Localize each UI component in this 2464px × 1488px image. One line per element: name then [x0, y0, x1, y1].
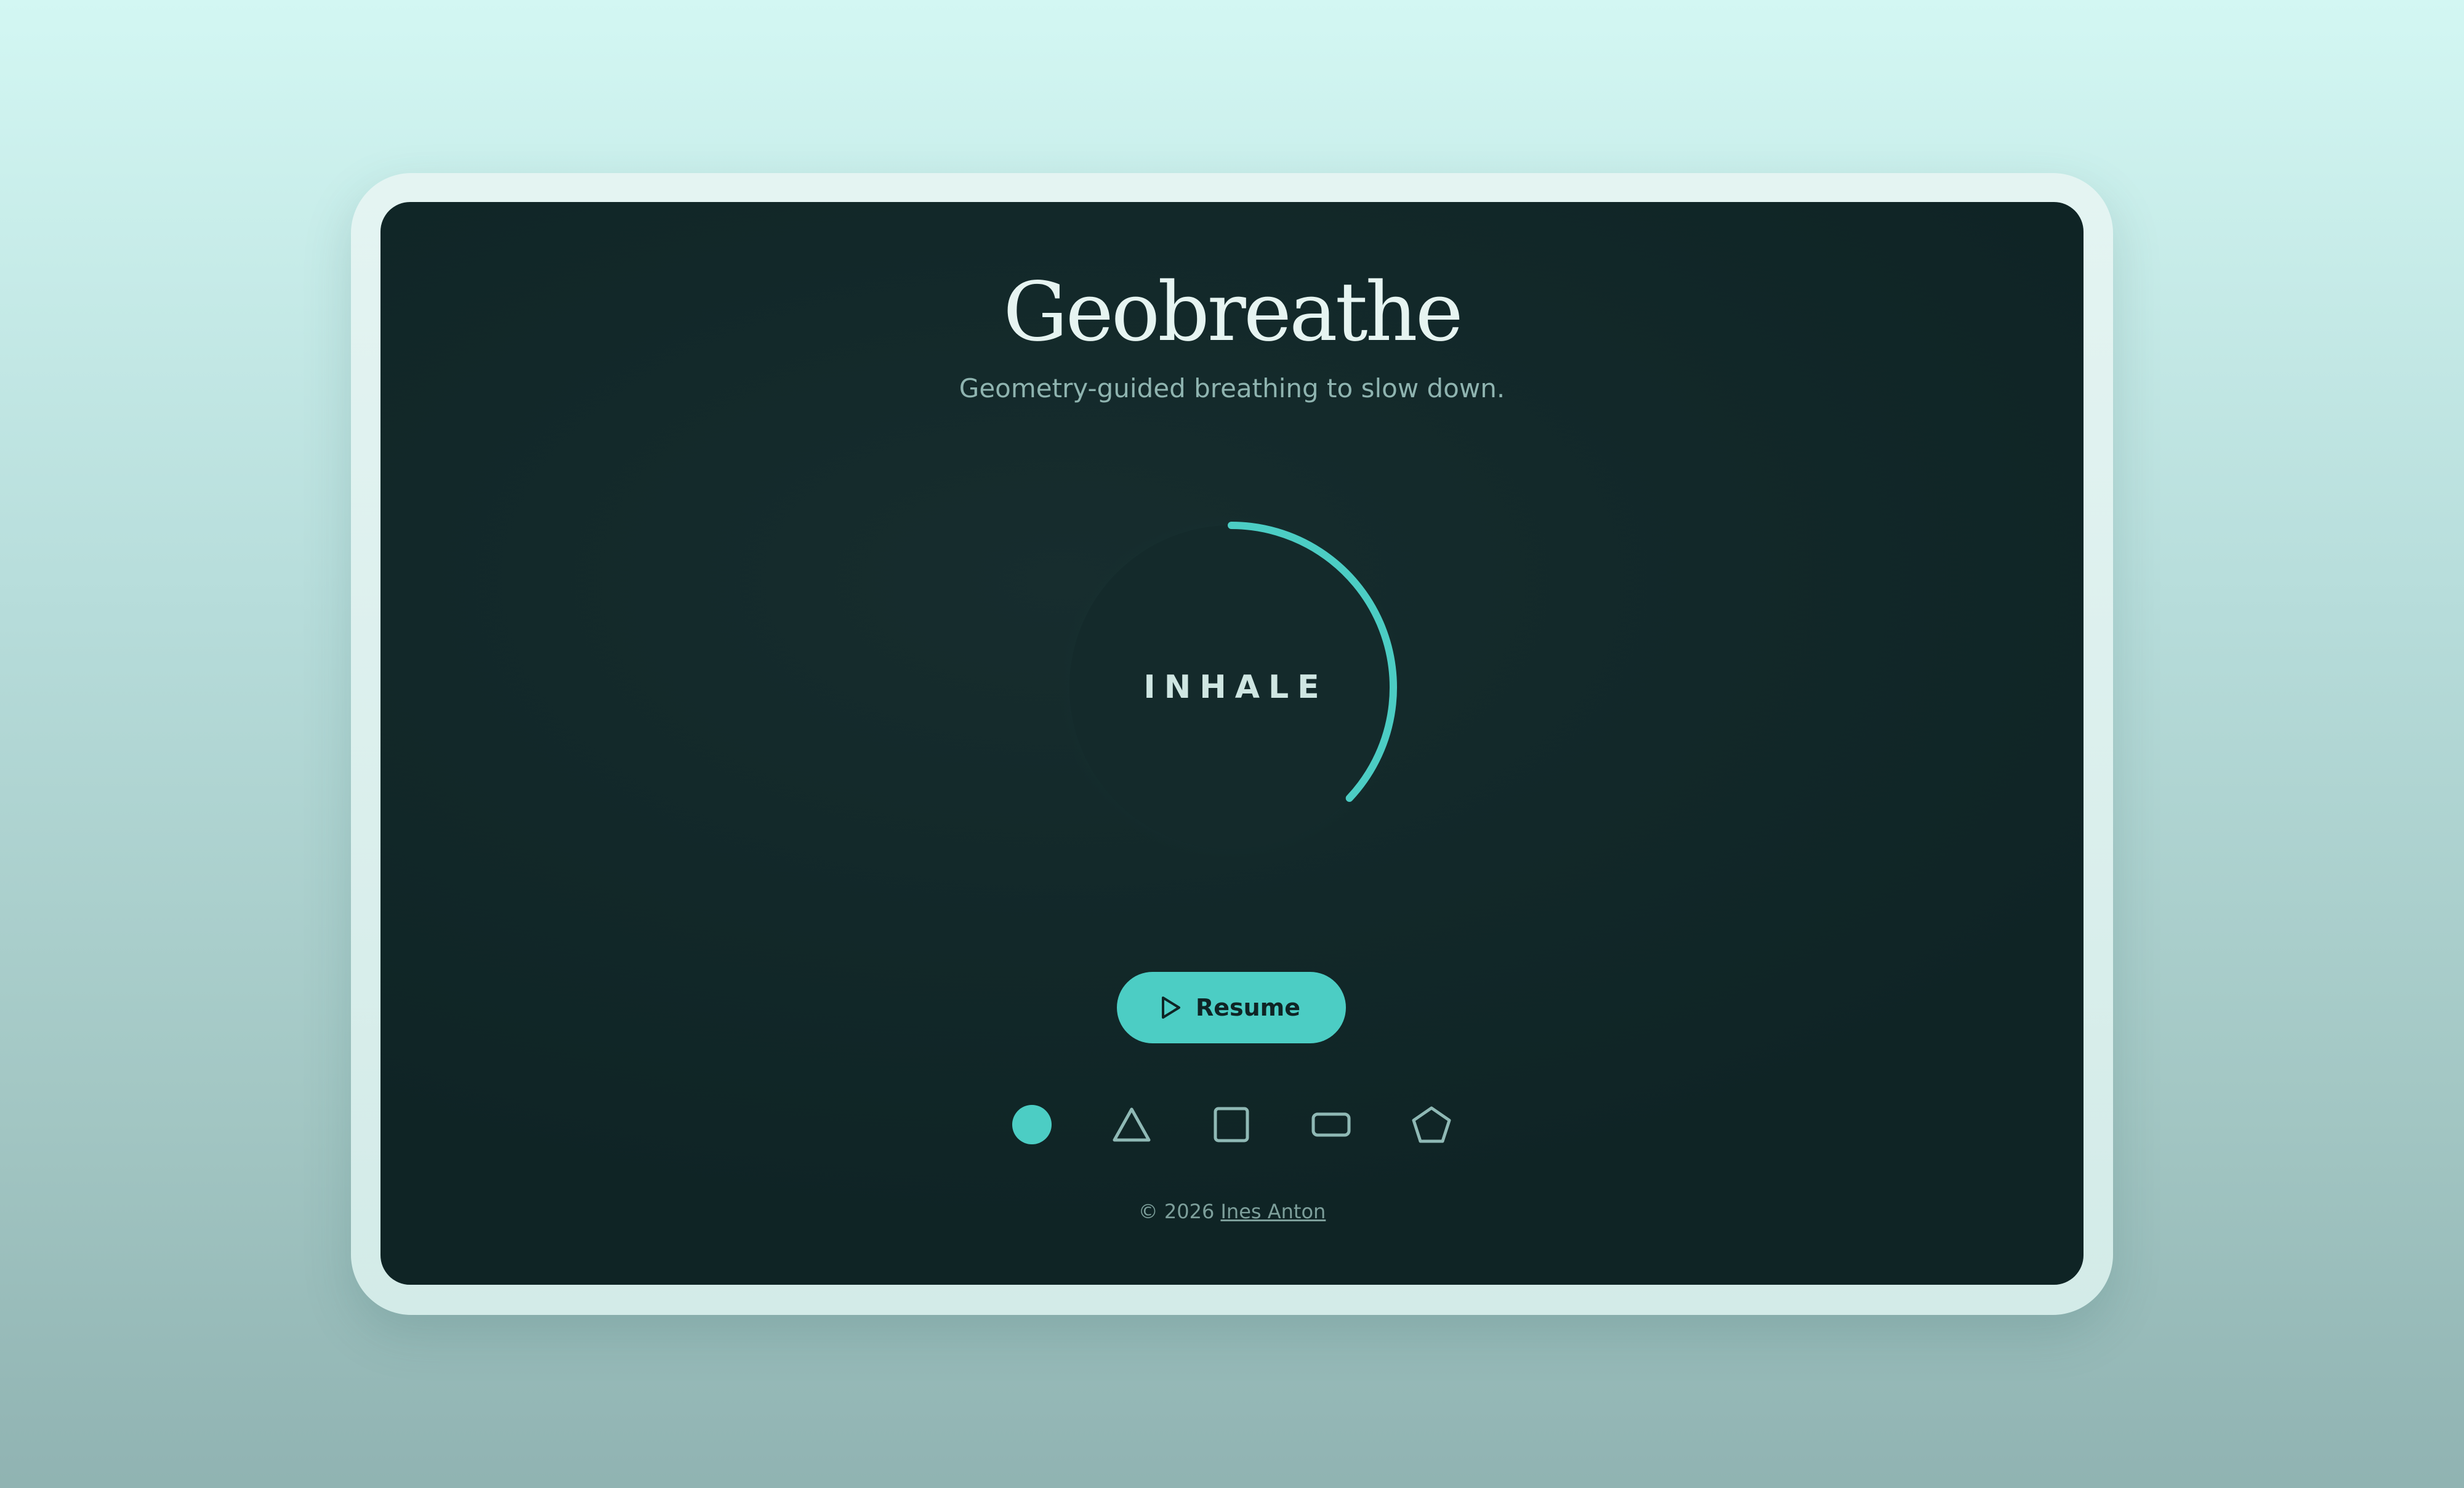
shape-selector	[380, 1100, 2084, 1149]
shape-triangle-button[interactable]	[1107, 1100, 1156, 1149]
pentagon-icon	[1412, 1106, 1451, 1143]
shape-circle-button[interactable]	[1007, 1100, 1057, 1149]
author-link[interactable]: Ines Anton	[1220, 1200, 1326, 1223]
resume-label: Resume	[1195, 994, 1301, 1021]
copyright-text: © 2026	[1138, 1200, 1215, 1223]
triangle-icon	[1113, 1107, 1151, 1142]
phase-label: INHALE	[1143, 669, 1328, 706]
play-icon	[1161, 997, 1180, 1019]
app-title: Geobreathe	[1003, 265, 1464, 360]
breathing-indicator: INHALE	[1059, 515, 1404, 860]
shape-rectangle-button[interactable]	[1306, 1100, 1356, 1149]
rectangle-icon	[1311, 1112, 1351, 1137]
resume-button[interactable]: Resume	[1117, 972, 1346, 1043]
app-subtitle: Geometry-guided breathing to slow down.	[959, 373, 1505, 403]
square-icon	[1214, 1107, 1249, 1142]
circle-icon	[1012, 1105, 1052, 1144]
shape-square-button[interactable]	[1207, 1100, 1256, 1149]
app-screen: Geobreathe Geometry-guided breathing to …	[380, 202, 2084, 1285]
footer: © 2026 Ines Anton	[380, 1200, 2084, 1223]
shape-pentagon-button[interactable]	[1407, 1100, 1456, 1149]
